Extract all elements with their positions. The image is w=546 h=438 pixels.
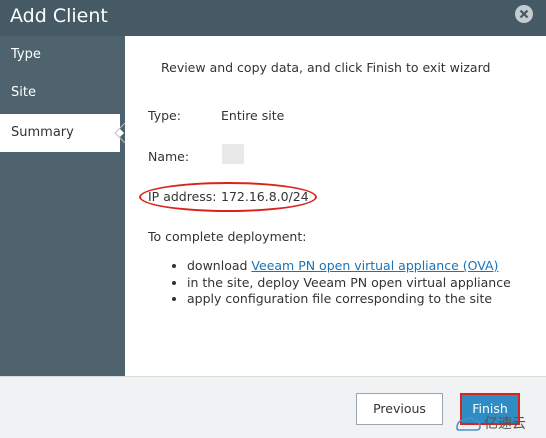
list-item: apply configuration file corresponding t… — [187, 291, 511, 308]
sidebar-item-label: Site — [11, 85, 36, 100]
summary-heading: Review and copy data, and click Finish t… — [161, 60, 491, 75]
annotation-ellipse — [139, 182, 317, 212]
name-value-redacted — [222, 144, 244, 164]
list-item: in the site, deploy Veeam PN open virtua… — [187, 275, 511, 292]
watermark-text: 亿速云 — [484, 416, 526, 432]
watermark-logo-icon — [456, 417, 481, 431]
previous-button[interactable]: Previous — [356, 393, 443, 425]
dialog-title: Add Client — [10, 5, 108, 27]
sidebar-item-label: Summary — [11, 125, 74, 140]
ova-download-link[interactable]: Veeam PN open virtual appliance (OVA) — [251, 258, 498, 273]
step-text: download — [187, 258, 252, 273]
sidebar-item-label: Type — [11, 47, 41, 62]
name-label: Name: — [148, 149, 190, 164]
sidebar-item-site[interactable]: Site — [0, 74, 125, 112]
wizard-sidebar: Type Site Summary — [0, 36, 126, 376]
sidebar-item-type[interactable]: Type — [0, 36, 125, 74]
sidebar-item-summary[interactable]: Summary — [0, 114, 120, 152]
close-icon — [519, 9, 529, 19]
deployment-title: To complete deployment: — [148, 229, 307, 244]
summary-panel: Review and copy data, and click Finish t… — [125, 36, 546, 376]
type-label: Type: — [148, 108, 181, 123]
close-button[interactable] — [515, 5, 533, 23]
dialog-titlebar: Add Client — [0, 0, 546, 36]
list-item: download Veeam PN open virtual appliance… — [187, 258, 511, 275]
type-value: Entire site — [221, 108, 285, 123]
deployment-steps: download Veeam PN open virtual appliance… — [170, 258, 511, 308]
